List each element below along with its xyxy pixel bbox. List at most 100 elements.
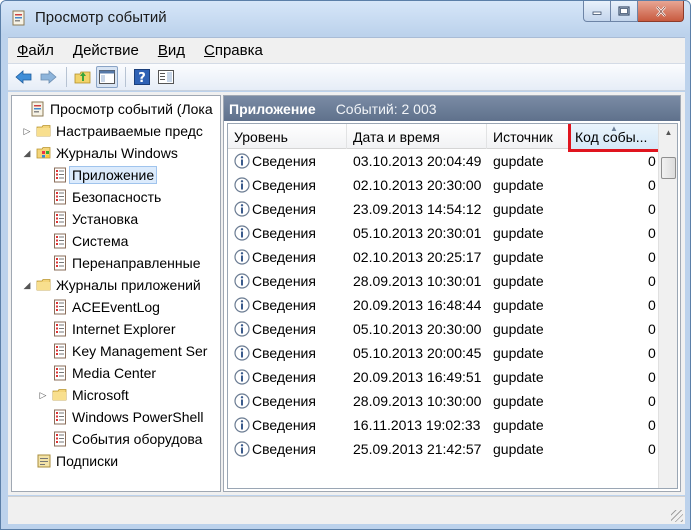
maximize-button[interactable] bbox=[611, 1, 638, 22]
event-viewer-window: Просмотр событий Файл Действие Вид Справ… bbox=[0, 0, 691, 530]
tree-item-label: Windows PowerShell bbox=[72, 409, 204, 425]
highlight-annotation bbox=[568, 124, 662, 152]
minimize-button[interactable] bbox=[583, 1, 611, 22]
vertical-scrollbar[interactable]: ▲ bbox=[658, 124, 677, 488]
column-header-datetime[interactable]: Дата и время bbox=[347, 124, 487, 149]
menu-view[interactable]: Вид bbox=[149, 42, 195, 59]
cell-event-code: 0 bbox=[648, 393, 656, 409]
table-row[interactable]: Сведения 02.10.2013 20:25:17 gupdate 0 bbox=[228, 245, 658, 269]
table-row[interactable]: Сведения 20.09.2013 16:49:51 gupdate 0 bbox=[228, 365, 658, 389]
tree-item[interactable]: Windows PowerShell bbox=[36, 406, 204, 428]
table-row[interactable]: Сведения 05.10.2013 20:00:45 gupdate 0 bbox=[228, 341, 658, 365]
table-row[interactable]: Сведения 05.10.2013 20:30:01 gupdate 0 bbox=[228, 221, 658, 245]
info-icon bbox=[234, 297, 250, 313]
info-icon bbox=[234, 369, 250, 385]
info-icon bbox=[234, 177, 250, 193]
table-row[interactable]: Сведения 03.10.2013 20:04:49 gupdate 0 bbox=[228, 149, 658, 173]
tree-item[interactable]: ◢ Журналы Windows bbox=[20, 142, 178, 164]
show-action-pane-icon bbox=[158, 70, 174, 84]
cell-source: gupdate bbox=[493, 153, 544, 169]
info-icon bbox=[234, 393, 250, 409]
log-icon bbox=[52, 409, 68, 425]
scroll-thumb[interactable] bbox=[661, 157, 676, 179]
log-icon bbox=[52, 365, 68, 381]
menu-help[interactable]: Справка bbox=[195, 42, 273, 59]
show-hide-tree-button[interactable] bbox=[96, 66, 118, 88]
cell-level: Сведения bbox=[252, 249, 316, 265]
collapse-icon[interactable]: ◢ bbox=[20, 278, 34, 292]
forward-button[interactable] bbox=[37, 66, 59, 88]
table-row[interactable]: Сведения 28.09.2013 10:30:00 gupdate 0 bbox=[228, 389, 658, 413]
close-icon bbox=[655, 5, 666, 17]
tree-item[interactable]: Приложение bbox=[36, 164, 158, 186]
menu-action[interactable]: Действие bbox=[64, 42, 149, 59]
windows-logs-icon bbox=[36, 145, 52, 161]
column-header-source[interactable]: Источник bbox=[487, 124, 569, 149]
collapse-icon[interactable]: ◢ bbox=[20, 146, 34, 160]
cell-source: gupdate bbox=[493, 393, 544, 409]
status-bar bbox=[8, 496, 685, 524]
info-icon bbox=[234, 441, 250, 457]
info-icon bbox=[234, 345, 250, 361]
toolbar-separator bbox=[125, 67, 126, 87]
expand-icon[interactable]: ▷ bbox=[36, 388, 50, 402]
cell-event-code: 0 bbox=[648, 369, 656, 385]
navigation-tree[interactable]: Просмотр событий (Лока ▷ Настраиваемые пре… bbox=[11, 95, 221, 492]
tree-item[interactable]: Установка bbox=[36, 208, 138, 230]
minimize-icon bbox=[592, 11, 602, 15]
table-row[interactable]: Сведения 05.10.2013 20:30:00 gupdate 0 bbox=[228, 317, 658, 341]
tree-item[interactable]: ▷ Microsoft bbox=[36, 384, 129, 406]
info-icon bbox=[234, 273, 250, 289]
events-list[interactable]: Уровень Дата и время Источник ▲ Код собы… bbox=[227, 123, 678, 489]
tree-item[interactable]: Key Management Ser bbox=[36, 340, 207, 362]
help-icon: ? bbox=[134, 69, 150, 85]
cell-datetime: 23.09.2013 14:54:12 bbox=[353, 201, 482, 217]
tree-item[interactable]: Перенаправленные bbox=[36, 252, 200, 274]
tree-item[interactable]: Система bbox=[36, 230, 128, 252]
table-row[interactable]: Сведения 28.09.2013 10:30:01 gupdate 0 bbox=[228, 269, 658, 293]
tree-item[interactable]: Media Center bbox=[36, 362, 156, 384]
log-icon bbox=[52, 189, 68, 205]
table-row[interactable]: Сведения 20.09.2013 16:48:44 gupdate 0 bbox=[228, 293, 658, 317]
event-count: Событий: 2 003 bbox=[335, 100, 437, 117]
tree-item[interactable]: ◢ Журналы приложений bbox=[20, 274, 201, 296]
help-button[interactable]: ? bbox=[131, 66, 153, 88]
log-pane: Приложение Событий: 2 003 Уровень Дата и… bbox=[223, 95, 681, 492]
tree-item[interactable]: ACEEventLog bbox=[36, 296, 160, 318]
tree-item[interactable]: События оборудова bbox=[36, 428, 202, 450]
up-folder-icon bbox=[74, 71, 91, 84]
tree-item[interactable]: ▷ Настраиваемые предс bbox=[20, 120, 203, 142]
scroll-up-icon[interactable]: ▲ bbox=[659, 124, 677, 141]
tree-item-label: События оборудова bbox=[72, 431, 203, 447]
cell-event-code: 0 bbox=[648, 201, 656, 217]
table-row[interactable]: Сведения 23.09.2013 14:54:12 gupdate 0 bbox=[228, 197, 658, 221]
cell-level: Сведения bbox=[252, 321, 316, 337]
expand-icon[interactable]: ▷ bbox=[20, 124, 34, 138]
show-action-pane-button[interactable] bbox=[155, 66, 177, 88]
table-row[interactable]: Сведения 25.09.2013 21:42:57 gupdate 0 bbox=[228, 437, 658, 461]
menu-file[interactable]: Файл bbox=[8, 42, 64, 59]
main-content: Просмотр событий (Лока ▷ Настраиваемые пре… bbox=[8, 92, 685, 495]
column-header-level[interactable]: Уровень bbox=[228, 124, 347, 149]
subscriptions-icon bbox=[36, 453, 52, 469]
cell-event-code: 0 bbox=[648, 441, 656, 457]
close-button[interactable] bbox=[638, 1, 684, 22]
cell-level: Сведения bbox=[252, 153, 316, 169]
table-row[interactable]: Сведения 02.10.2013 20:30:00 gupdate 0 bbox=[228, 173, 658, 197]
resize-grip-icon[interactable] bbox=[671, 510, 683, 522]
cell-level: Сведения bbox=[252, 441, 316, 457]
cell-level: Сведения bbox=[252, 369, 316, 385]
cell-datetime: 16.11.2013 19:02:33 bbox=[353, 417, 481, 433]
title-bar[interactable]: Просмотр событий bbox=[1, 1, 690, 35]
tree-item[interactable]: Подписки bbox=[20, 450, 118, 472]
info-icon bbox=[234, 225, 250, 241]
tree-item[interactable]: Просмотр событий (Лока bbox=[14, 98, 213, 120]
tree-item[interactable]: Безопасность bbox=[36, 186, 161, 208]
table-row[interactable]: Сведения 16.11.2013 19:02:33 gupdate 0 bbox=[228, 413, 658, 437]
up-folder-button[interactable] bbox=[72, 66, 94, 88]
back-button[interactable] bbox=[13, 66, 35, 88]
tree-item[interactable]: Internet Explorer bbox=[36, 318, 176, 340]
cell-event-code: 0 bbox=[648, 249, 656, 265]
